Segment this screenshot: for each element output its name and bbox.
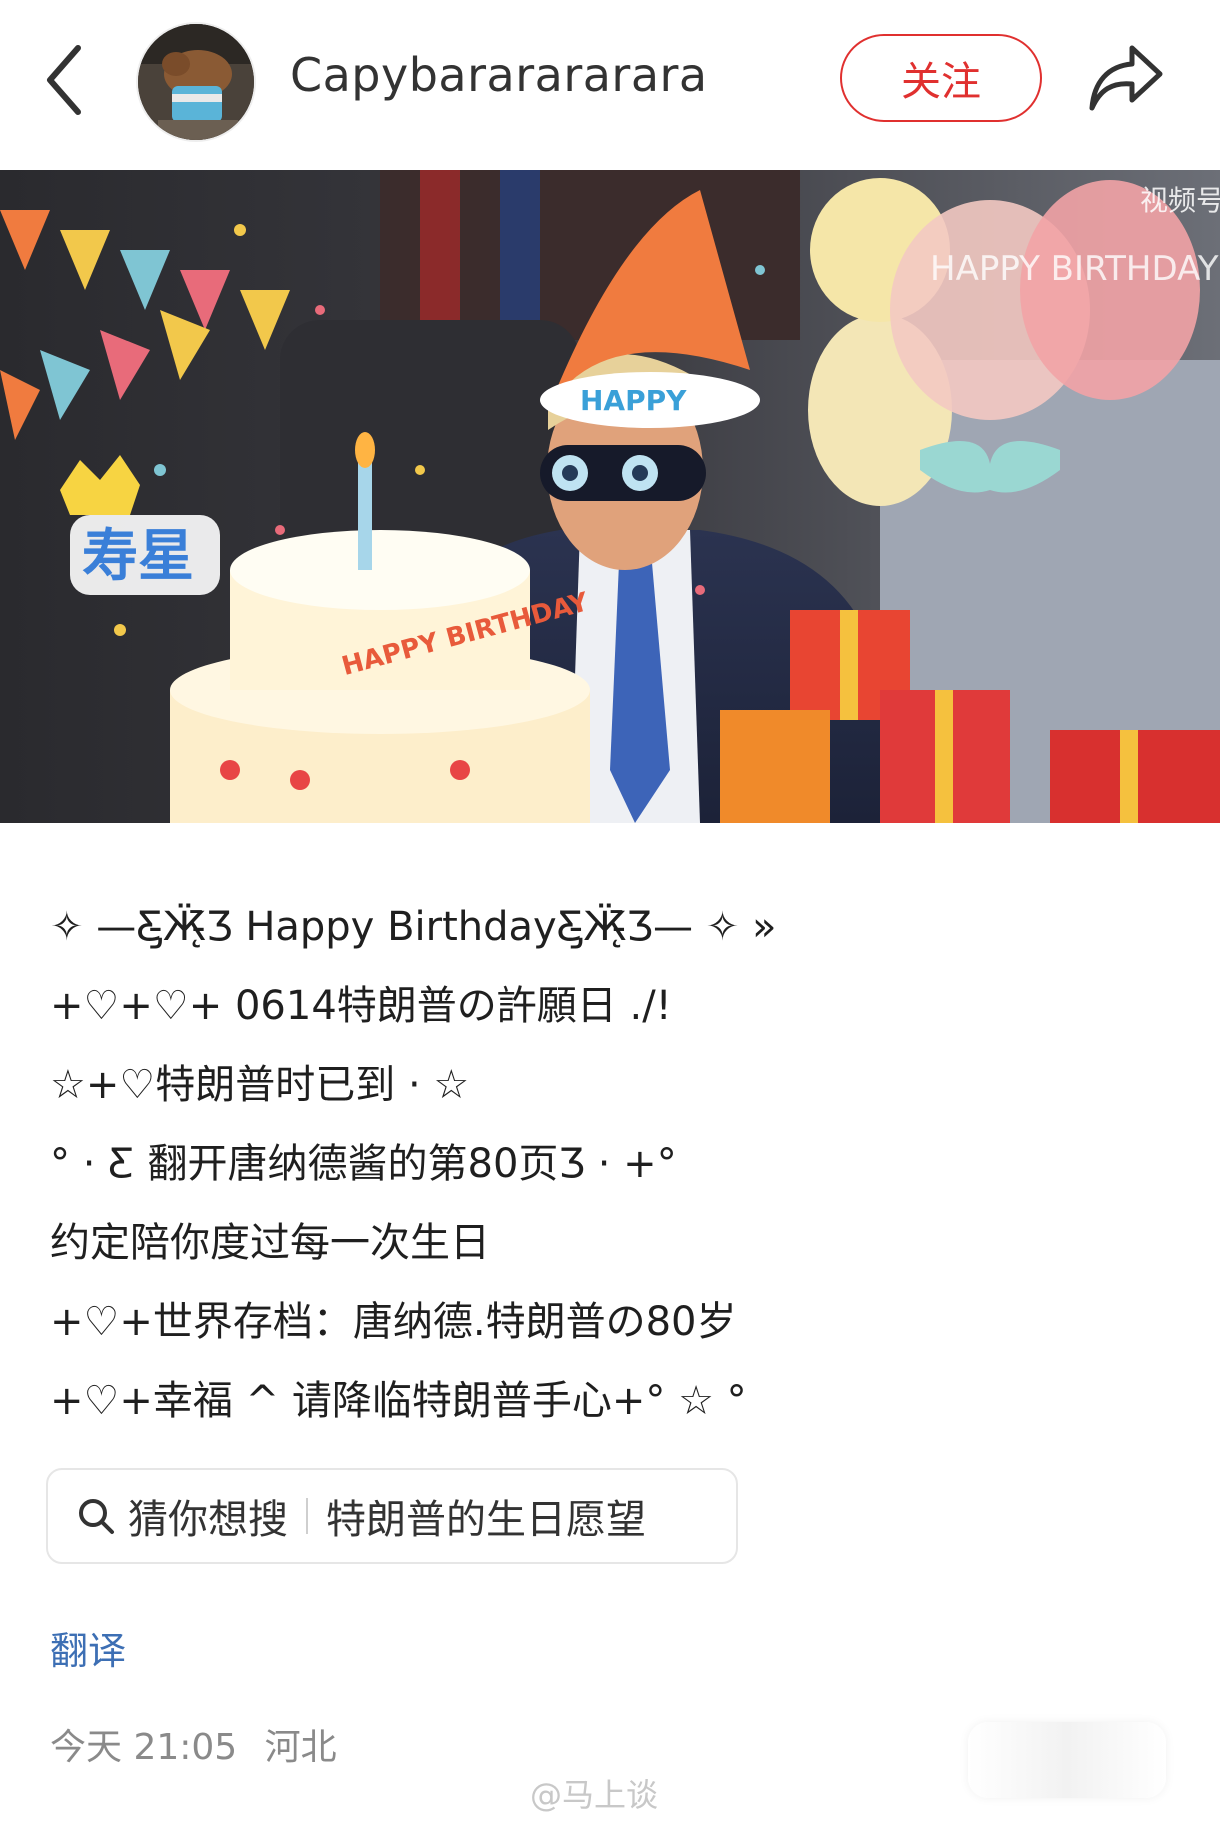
suggested-search[interactable]: 猜你想搜 特朗普的生日愿望: [46, 1468, 738, 1564]
post-location: 河北: [264, 1727, 337, 1768]
caption-line: ° · Ƹ 翻开唐纳德酱的第80页Ʒ · +°: [50, 1141, 677, 1187]
shouxing-sticker-text: 寿星: [82, 524, 194, 589]
username[interactable]: Capybararararara: [290, 48, 708, 102]
hat-text: HAPPY: [580, 384, 687, 417]
birthday-scene-image: HAPPY 寿星 HAPPY BIRTHDAY 视频号 HAPPY BIRTHD…: [0, 170, 1220, 823]
translate-link[interactable]: 翻译: [50, 1620, 126, 1675]
caption-line: +♡+世界存档：唐纳德.特朗普の80岁: [50, 1299, 737, 1345]
balloon-happy-text: HAPPY BIRTHDAY: [930, 249, 1219, 289]
suggested-search-query: 特朗普的生日愿望: [326, 1497, 646, 1543]
post-caption: ✧ —Ƹ̵̡Ӝ̵̨̄Ʒ Happy BirthdayƸ̵̡Ӝ̵̨̄Ʒ— ✧ » …: [50, 888, 1170, 1441]
caption-line: 约定陪你度过每一次生日: [50, 1220, 490, 1266]
channel-watermark: 视频号: [1140, 184, 1220, 217]
share-icon[interactable]: [1086, 42, 1166, 114]
post-time: 今天 21:05: [50, 1727, 238, 1768]
divider: [306, 1498, 308, 1534]
post-meta: 今天 21:05 河北: [50, 1718, 353, 1770]
follow-button[interactable]: 关注: [840, 34, 1042, 122]
post-image[interactable]: HAPPY 寿星 HAPPY BIRTHDAY 视频号 HAPPY BIRTHD…: [0, 170, 1220, 823]
caption-line: ☆+♡特朗普时已到 · ☆: [50, 1062, 470, 1108]
watermark: @马上谈: [530, 1776, 659, 1814]
faded-action-area: [968, 1722, 1166, 1798]
capybara-avatar-icon: [138, 24, 254, 140]
caption-line: +♡+幸福 ^ 请降临特朗普手心+° ☆ °: [50, 1378, 747, 1424]
search-icon: [79, 1499, 114, 1534]
caption-line: +♡+♡+ 0614特朗普の許願日 ./!: [50, 983, 672, 1029]
back-arrow-icon[interactable]: [40, 40, 90, 120]
avatar[interactable]: [136, 22, 256, 142]
caption-line: ✧ —Ƹ̵̡Ӝ̵̨̄Ʒ Happy BirthdayƸ̵̡Ӝ̵̨̄Ʒ— ✧ »: [50, 904, 777, 950]
post-header: Capybararararara 关注: [0, 0, 1220, 160]
suggested-search-label: 猜你想搜: [128, 1497, 288, 1543]
